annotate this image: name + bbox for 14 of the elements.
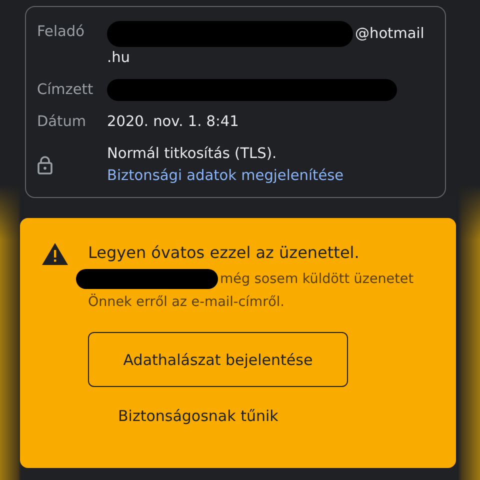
warning-title: Legyen óvatos ezzel az üzenettel. [88, 242, 360, 264]
security-details-link[interactable]: Biztonsági adatok megjelenítése [107, 165, 435, 187]
looks-safe-button[interactable]: Biztonságosnak tűnik [104, 401, 292, 431]
field-value: .hu [107, 49, 130, 68]
field-label: Dátum [37, 113, 88, 132]
field-label: Címzett [37, 81, 94, 100]
warning-icon [42, 243, 68, 265]
report-phishing-button[interactable]: Adathalászat bejelentése [88, 332, 348, 387]
warning-message: még sosem küldött üzenetet Önnek erről az e-mail-címről. [88, 271, 414, 310]
field-label: Feladó [37, 23, 86, 42]
lock-icon [37, 155, 53, 175]
encryption-text: Normál titkosítás (TLS). [107, 145, 278, 164]
field-value: 2020. nov. 1. 8:41 [107, 113, 239, 132]
field-value: @hotmail [355, 25, 424, 44]
